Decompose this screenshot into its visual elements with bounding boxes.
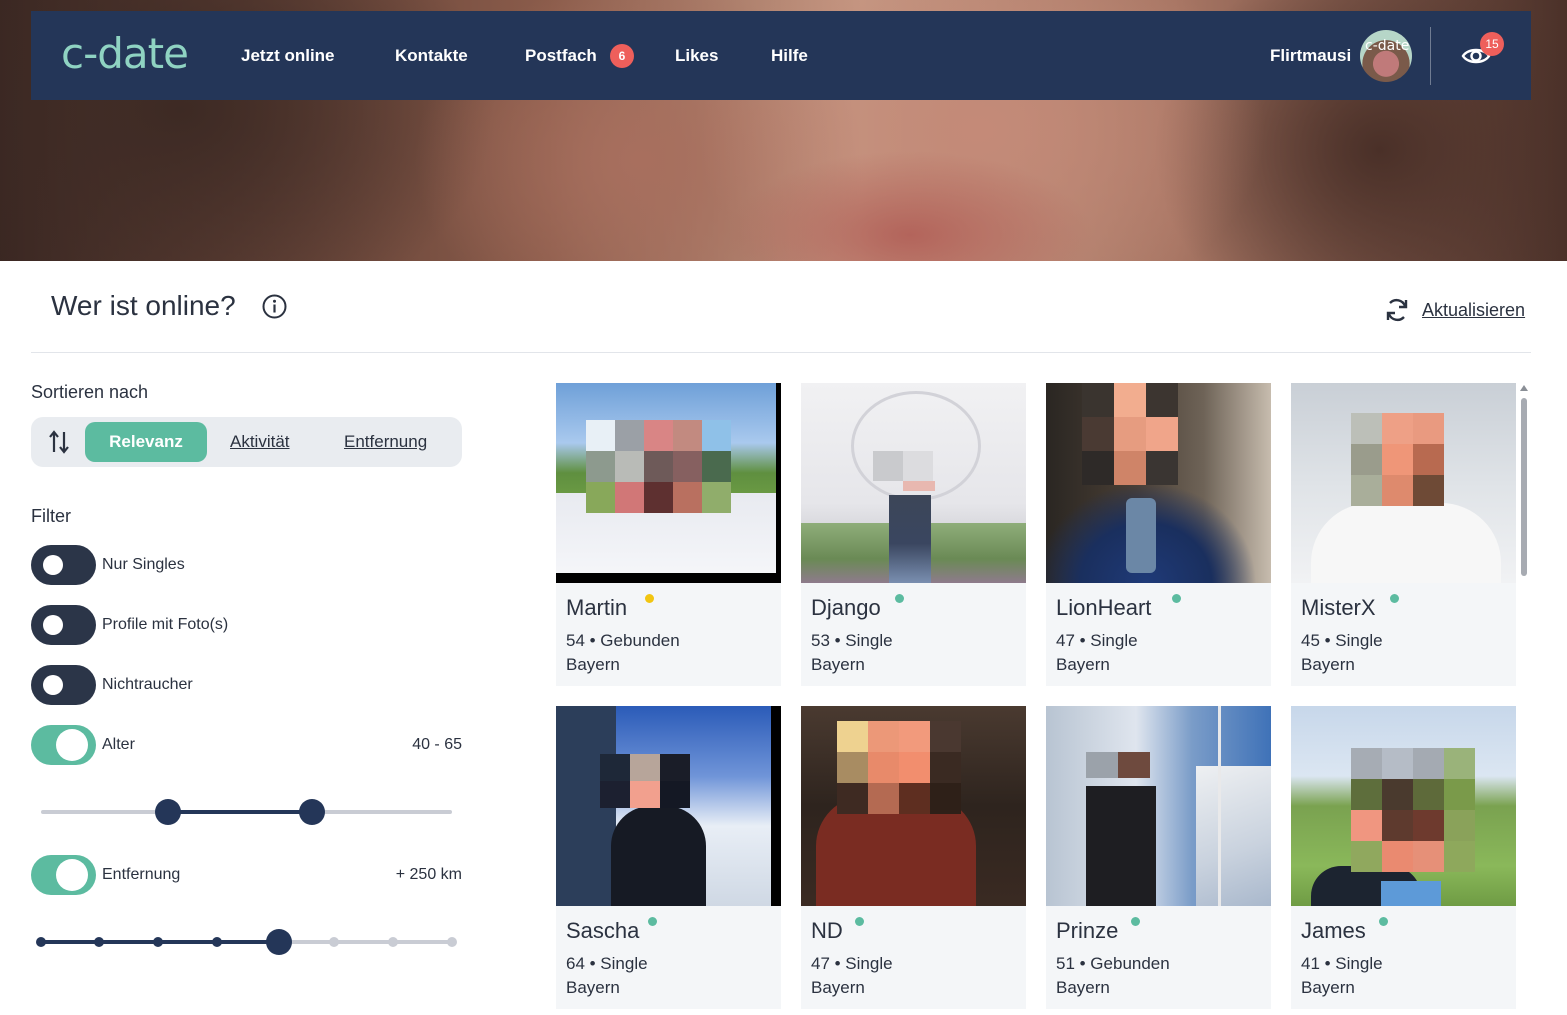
profile-photo xyxy=(1046,383,1271,583)
distance-step[interactable] xyxy=(447,937,457,947)
age-slider-fill xyxy=(168,810,312,814)
profile-card[interactable]: Martin 54 • Gebunden Bayern xyxy=(556,383,781,686)
profile-region: Bayern xyxy=(1056,978,1110,997)
distance-value: + 250 km xyxy=(395,866,462,883)
age-range-value: 40 - 65 xyxy=(412,736,462,753)
status-dot-online xyxy=(855,917,864,926)
avatar-overlay-text: c-date xyxy=(1365,38,1410,54)
profile-photo xyxy=(556,706,781,906)
distance-step[interactable] xyxy=(388,937,398,947)
age-slider-max-handle[interactable] xyxy=(299,799,325,825)
profile-photo xyxy=(1291,706,1516,906)
profile-age-status: 53 • Single xyxy=(811,631,893,650)
nav-kontakte[interactable]: Kontakte xyxy=(395,46,468,66)
profile-name: Sascha xyxy=(566,918,640,943)
top-navigation: c-date Jetzt online Kontakte Postfach 6 … xyxy=(31,11,1531,100)
profile-card[interactable]: Django 53 • Single Bayern xyxy=(801,383,1026,686)
page-title: Wer ist online? xyxy=(51,290,236,321)
status-dot-online xyxy=(1131,917,1140,926)
toggle-alter[interactable] xyxy=(31,725,96,765)
profile-region: Bayern xyxy=(1301,978,1355,997)
profile-region: Bayern xyxy=(811,655,865,674)
profile-name: Martin xyxy=(566,595,628,620)
toggle-entfernung[interactable] xyxy=(31,855,96,895)
sort-option-aktivitaet[interactable]: Aktivität xyxy=(230,432,290,452)
scroll-up-arrow-icon[interactable] xyxy=(1520,385,1528,391)
profile-region: Bayern xyxy=(566,655,620,674)
profile-card[interactable]: Prinze 51 • Gebunden Bayern xyxy=(1046,706,1271,1009)
status-dot-online xyxy=(648,917,657,926)
status-dot-away xyxy=(645,594,654,603)
sort-option-relevanz[interactable]: Relevanz xyxy=(85,422,207,462)
sort-label: Sortieren nach xyxy=(31,382,149,402)
scrollbar-thumb[interactable] xyxy=(1521,398,1527,576)
divider xyxy=(31,352,1531,353)
profile-name: MisterX xyxy=(1301,595,1376,620)
profile-region: Bayern xyxy=(1301,655,1355,674)
profile-card[interactable]: James 41 • Single Bayern xyxy=(1291,706,1516,1009)
profile-name: LionHeart xyxy=(1056,595,1152,620)
profile-card[interactable]: ND 47 • Single Bayern xyxy=(801,706,1026,1009)
toggle-profile-mit-fotos[interactable] xyxy=(31,605,96,645)
status-dot-online xyxy=(1172,594,1181,603)
status-dot-online xyxy=(1379,917,1388,926)
postfach-badge: 6 xyxy=(610,44,634,68)
profile-age-status: 47 • Single xyxy=(1056,631,1138,650)
profile-card[interactable]: MisterX 45 • Single Bayern xyxy=(1291,383,1516,686)
refresh-link[interactable]: Aktualisieren xyxy=(1422,300,1525,321)
toggle-label-nur-singles: Nur Singles xyxy=(102,556,185,573)
distance-step[interactable] xyxy=(36,937,46,947)
distance-step[interactable] xyxy=(329,937,339,947)
sort-option-entfernung[interactable]: Entfernung xyxy=(344,432,427,452)
sort-icon[interactable] xyxy=(47,429,71,455)
c-date-logo[interactable]: c-date xyxy=(61,29,189,78)
toggle-nur-singles[interactable] xyxy=(31,545,96,585)
profile-photo xyxy=(1291,383,1516,583)
profile-name: ND xyxy=(811,918,843,943)
toggle-label-alter: Alter xyxy=(102,736,135,753)
profile-region: Bayern xyxy=(566,978,620,997)
nav-jetzt-online[interactable]: Jetzt online xyxy=(241,46,335,66)
distance-step[interactable] xyxy=(94,937,104,947)
profile-name: Prinze xyxy=(1056,918,1119,943)
nav-postfach[interactable]: Postfach xyxy=(525,46,597,66)
toggle-label-nichtraucher: Nichtraucher xyxy=(102,676,193,693)
profile-card[interactable]: LionHeart 47 • Single Bayern xyxy=(1046,383,1271,686)
views-badge: 15 xyxy=(1480,32,1504,56)
distance-slider-handle[interactable] xyxy=(266,929,292,955)
profile-photo xyxy=(801,383,1026,583)
profile-photo xyxy=(556,383,781,583)
toggle-label-profile-mit-fotos: Profile mit Foto(s) xyxy=(102,616,229,633)
profile-photo xyxy=(801,706,1026,906)
profile-age-status: 41 • Single xyxy=(1301,954,1383,973)
profile-age-status: 45 • Single xyxy=(1301,631,1383,650)
filter-label: Filter xyxy=(31,506,71,526)
profile-region: Bayern xyxy=(1056,655,1110,674)
profile-card[interactable]: Sascha 64 • Single Bayern xyxy=(556,706,781,1009)
nav-hilfe[interactable]: Hilfe xyxy=(771,46,808,66)
nav-divider xyxy=(1430,27,1431,85)
profile-name: Django xyxy=(811,595,881,620)
age-slider-min-handle[interactable] xyxy=(155,799,181,825)
nav-likes[interactable]: Likes xyxy=(675,46,718,66)
info-icon[interactable] xyxy=(262,294,287,319)
profile-region: Bayern xyxy=(811,978,865,997)
profile-age-status: 51 • Gebunden xyxy=(1056,954,1170,973)
profile-age-status: 64 • Single xyxy=(566,954,648,973)
status-dot-online xyxy=(895,594,904,603)
profile-age-status: 54 • Gebunden xyxy=(566,631,680,650)
toggle-label-entfernung: Entfernung xyxy=(102,866,181,883)
toggle-nichtraucher[interactable] xyxy=(31,665,96,705)
status-dot-online xyxy=(1390,594,1399,603)
profile-age-status: 47 • Single xyxy=(811,954,893,973)
profile-photo xyxy=(1046,706,1271,906)
distance-step[interactable] xyxy=(153,937,163,947)
profile-name: James xyxy=(1301,918,1366,943)
refresh-icon[interactable] xyxy=(1384,297,1410,323)
distance-step[interactable] xyxy=(212,937,222,947)
user-name[interactable]: Flirtmausi xyxy=(1270,46,1351,66)
